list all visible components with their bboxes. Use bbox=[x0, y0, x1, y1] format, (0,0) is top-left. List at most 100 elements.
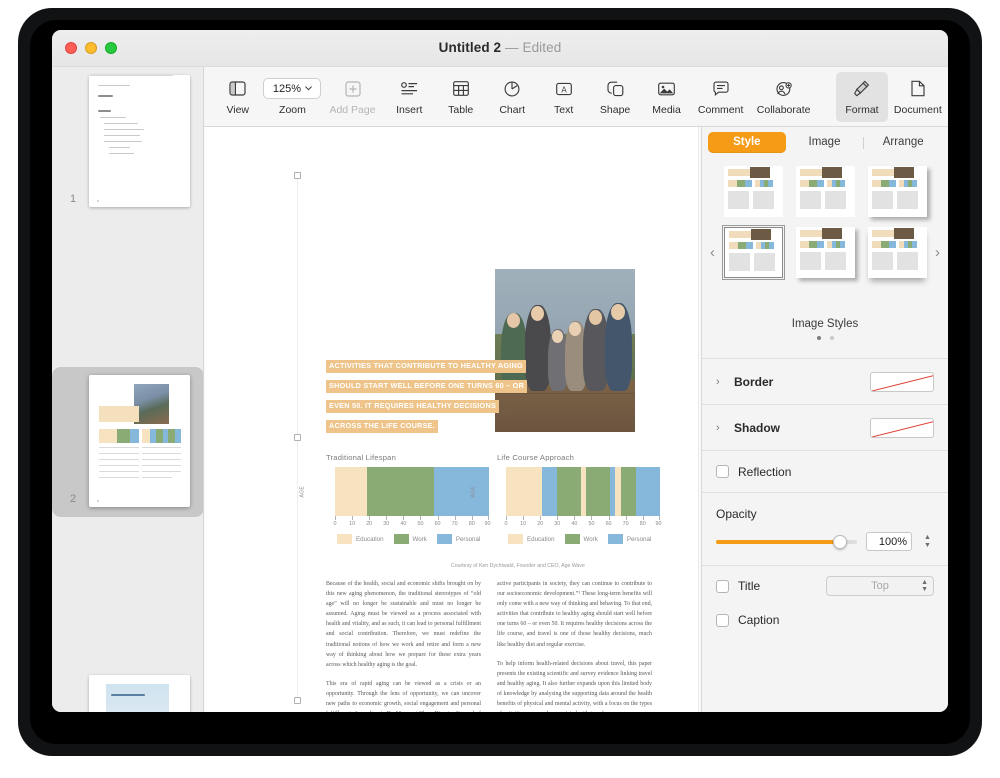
opacity-controls: 100% ▲ ▼ bbox=[716, 532, 934, 551]
stepper-down-icon[interactable]: ▼ bbox=[924, 542, 931, 549]
styles-next-arrow[interactable]: › bbox=[935, 244, 940, 261]
legend-label-education: Education bbox=[356, 535, 384, 543]
pages-app-window: Untitled 2 — Edited View 125% Zoom Add P… bbox=[52, 30, 948, 712]
caption-option-row[interactable]: Caption bbox=[702, 606, 948, 634]
title-position-value: Top bbox=[871, 580, 889, 592]
thumbnail-page-3[interactable]: 3 bbox=[52, 667, 203, 712]
toolbar-format-label: Format bbox=[845, 103, 879, 116]
legend-label-work: Work bbox=[412, 535, 427, 543]
image-style-option-4[interactable] bbox=[722, 225, 785, 280]
image-style-option-1[interactable] bbox=[724, 166, 783, 217]
page-sheet: ACTIVITIES THAT CONTRIBUTE TO HEALTHY AG… bbox=[205, 127, 699, 712]
selection-handle-top-left[interactable] bbox=[294, 172, 301, 179]
insert-icon bbox=[400, 78, 418, 100]
reflection-checkbox[interactable] bbox=[716, 465, 729, 478]
comment-icon bbox=[713, 78, 729, 100]
shadow-disclosure-icon[interactable]: › bbox=[716, 422, 726, 434]
paragraph-3: active participants in society, they can… bbox=[497, 581, 652, 648]
toolbar-zoom-control[interactable]: 125% Zoom bbox=[263, 72, 322, 122]
pull-quote-callout[interactable]: ACTIVITIES THAT CONTRIBUTE TO HEALTHY AG… bbox=[326, 355, 528, 435]
chart-1-title: Traditional Lifespan bbox=[326, 453, 396, 462]
opacity-slider[interactable] bbox=[716, 534, 857, 549]
image-style-option-2[interactable] bbox=[796, 166, 855, 217]
page-card-2 bbox=[89, 375, 190, 507]
document-canvas[interactable]: ACTIVITIES THAT CONTRIBUTE TO HEALTHY AG… bbox=[204, 127, 701, 712]
title-label: Title bbox=[738, 579, 761, 593]
chart-2-seg-2 bbox=[541, 467, 558, 516]
body-column-right[interactable]: active participants in society, they can… bbox=[497, 579, 652, 712]
zoom-value-box[interactable]: 125% bbox=[263, 78, 322, 99]
toolbar-document-label: Document bbox=[893, 103, 942, 116]
legend-swatch-work bbox=[393, 534, 409, 544]
tab-arrange[interactable]: Arrange bbox=[864, 132, 942, 153]
toolbar-media-button[interactable]: Media bbox=[641, 72, 692, 122]
table-icon bbox=[452, 78, 469, 100]
toolbar-collaborate-button[interactable]: Collaborate bbox=[749, 72, 818, 122]
toolbar-chart-button[interactable]: Chart bbox=[486, 72, 537, 122]
photo-face-2 bbox=[531, 306, 544, 321]
toolbar-shape-button[interactable]: Shape bbox=[589, 72, 640, 122]
chart-2-axis-label: AGE bbox=[470, 486, 477, 498]
photo-face-6 bbox=[611, 304, 625, 320]
tab-style[interactable]: Style bbox=[708, 132, 786, 153]
opacity-value-field[interactable]: 100% bbox=[866, 532, 912, 551]
chart-traditional-lifespan[interactable]: Traditional Lifespan AGE 0 10 20 30 40 5… bbox=[300, 453, 490, 544]
toolbar-format-button[interactable]: Format bbox=[836, 71, 888, 122]
title-position-popup[interactable]: Top ▲ ▼ bbox=[826, 576, 934, 596]
border-row[interactable]: › Border bbox=[702, 359, 948, 405]
styles-prev-arrow[interactable]: ‹ bbox=[710, 244, 715, 261]
toolbar-insert-label: Insert bbox=[396, 103, 423, 116]
border-style-well[interactable] bbox=[870, 371, 934, 392]
toolbar-shape-label: Shape bbox=[599, 103, 631, 116]
style-page-dot-2[interactable] bbox=[829, 336, 834, 340]
window-titlebar: Untitled 2 — Edited bbox=[52, 30, 948, 67]
stepper-up-icon[interactable]: ▲ bbox=[924, 534, 931, 541]
caption-checkbox[interactable] bbox=[716, 613, 729, 627]
image-style-swatches bbox=[722, 166, 928, 280]
toolbar-insert-button[interactable]: Insert bbox=[384, 72, 435, 122]
opacity-slider-fill bbox=[716, 539, 841, 544]
toolbar-document-button[interactable]: Document bbox=[888, 72, 948, 122]
add-page-icon bbox=[344, 78, 361, 100]
toolbar-media-label: Media bbox=[652, 103, 681, 116]
image-style-option-6[interactable] bbox=[868, 227, 927, 278]
thumbnail-page-2[interactable]: 2 bbox=[52, 367, 203, 517]
toolbar-text-button[interactable]: A Text bbox=[538, 72, 589, 122]
opacity-stepper[interactable]: ▲ ▼ bbox=[921, 534, 934, 549]
border-disclosure-icon[interactable]: › bbox=[716, 376, 726, 388]
legend-label-personal: Personal bbox=[455, 535, 481, 543]
opacity-slider-knob[interactable] bbox=[833, 534, 848, 549]
edited-status: Edited bbox=[522, 40, 562, 55]
page-thumbnail-sidebar[interactable]: 1 2 bbox=[52, 67, 204, 712]
image-style-option-3[interactable] bbox=[868, 166, 927, 217]
svg-text:A: A bbox=[561, 85, 567, 94]
chart-1-seg-work bbox=[367, 467, 435, 516]
chart-2-legend: Education Work Personal bbox=[508, 534, 660, 544]
legend2-swatch-work bbox=[564, 534, 580, 544]
shadow-row[interactable]: › Shadow bbox=[702, 405, 948, 451]
tab-image[interactable]: Image bbox=[786, 132, 864, 153]
document-title-text: Untitled 2 bbox=[438, 40, 502, 55]
selection-handle-bottom-mid[interactable] bbox=[294, 697, 301, 704]
toolbar-view-button[interactable]: View bbox=[212, 72, 263, 122]
style-page-dot-1[interactable] bbox=[816, 336, 821, 340]
thumbnail-page-1[interactable]: 1 bbox=[52, 67, 203, 217]
image-styles-label: Image Styles bbox=[791, 318, 859, 330]
toolbar-comment-button[interactable]: Comment bbox=[692, 72, 749, 122]
chart-pie-icon bbox=[504, 78, 520, 100]
chart-life-course-approach[interactable]: Life Course Approach AGE 0 10 20 30 40 5… bbox=[471, 453, 661, 544]
format-inspector-panel[interactable]: Style Image Arrange ‹ › Image Styles › B… bbox=[701, 127, 948, 712]
legend2-label-education: Education bbox=[527, 535, 555, 543]
title-option-row[interactable]: Title Top ▲ ▼ bbox=[702, 566, 948, 606]
paragraph-4: To help inform health-related decisions … bbox=[497, 660, 652, 712]
body-column-left[interactable]: Because of the health, social and econom… bbox=[326, 579, 481, 712]
image-style-option-5[interactable] bbox=[796, 227, 855, 278]
selection-handle-bottom-left[interactable] bbox=[294, 434, 301, 441]
chevron-down-icon bbox=[305, 86, 312, 91]
toolbar-add-page-button[interactable]: Add Page bbox=[321, 72, 383, 122]
shadow-style-well[interactable] bbox=[870, 417, 934, 438]
document-title[interactable]: Untitled 2 — Edited bbox=[52, 40, 948, 55]
title-checkbox[interactable] bbox=[716, 579, 729, 593]
toolbar-table-button[interactable]: Table bbox=[435, 72, 486, 122]
reflection-row[interactable]: Reflection bbox=[702, 451, 948, 493]
